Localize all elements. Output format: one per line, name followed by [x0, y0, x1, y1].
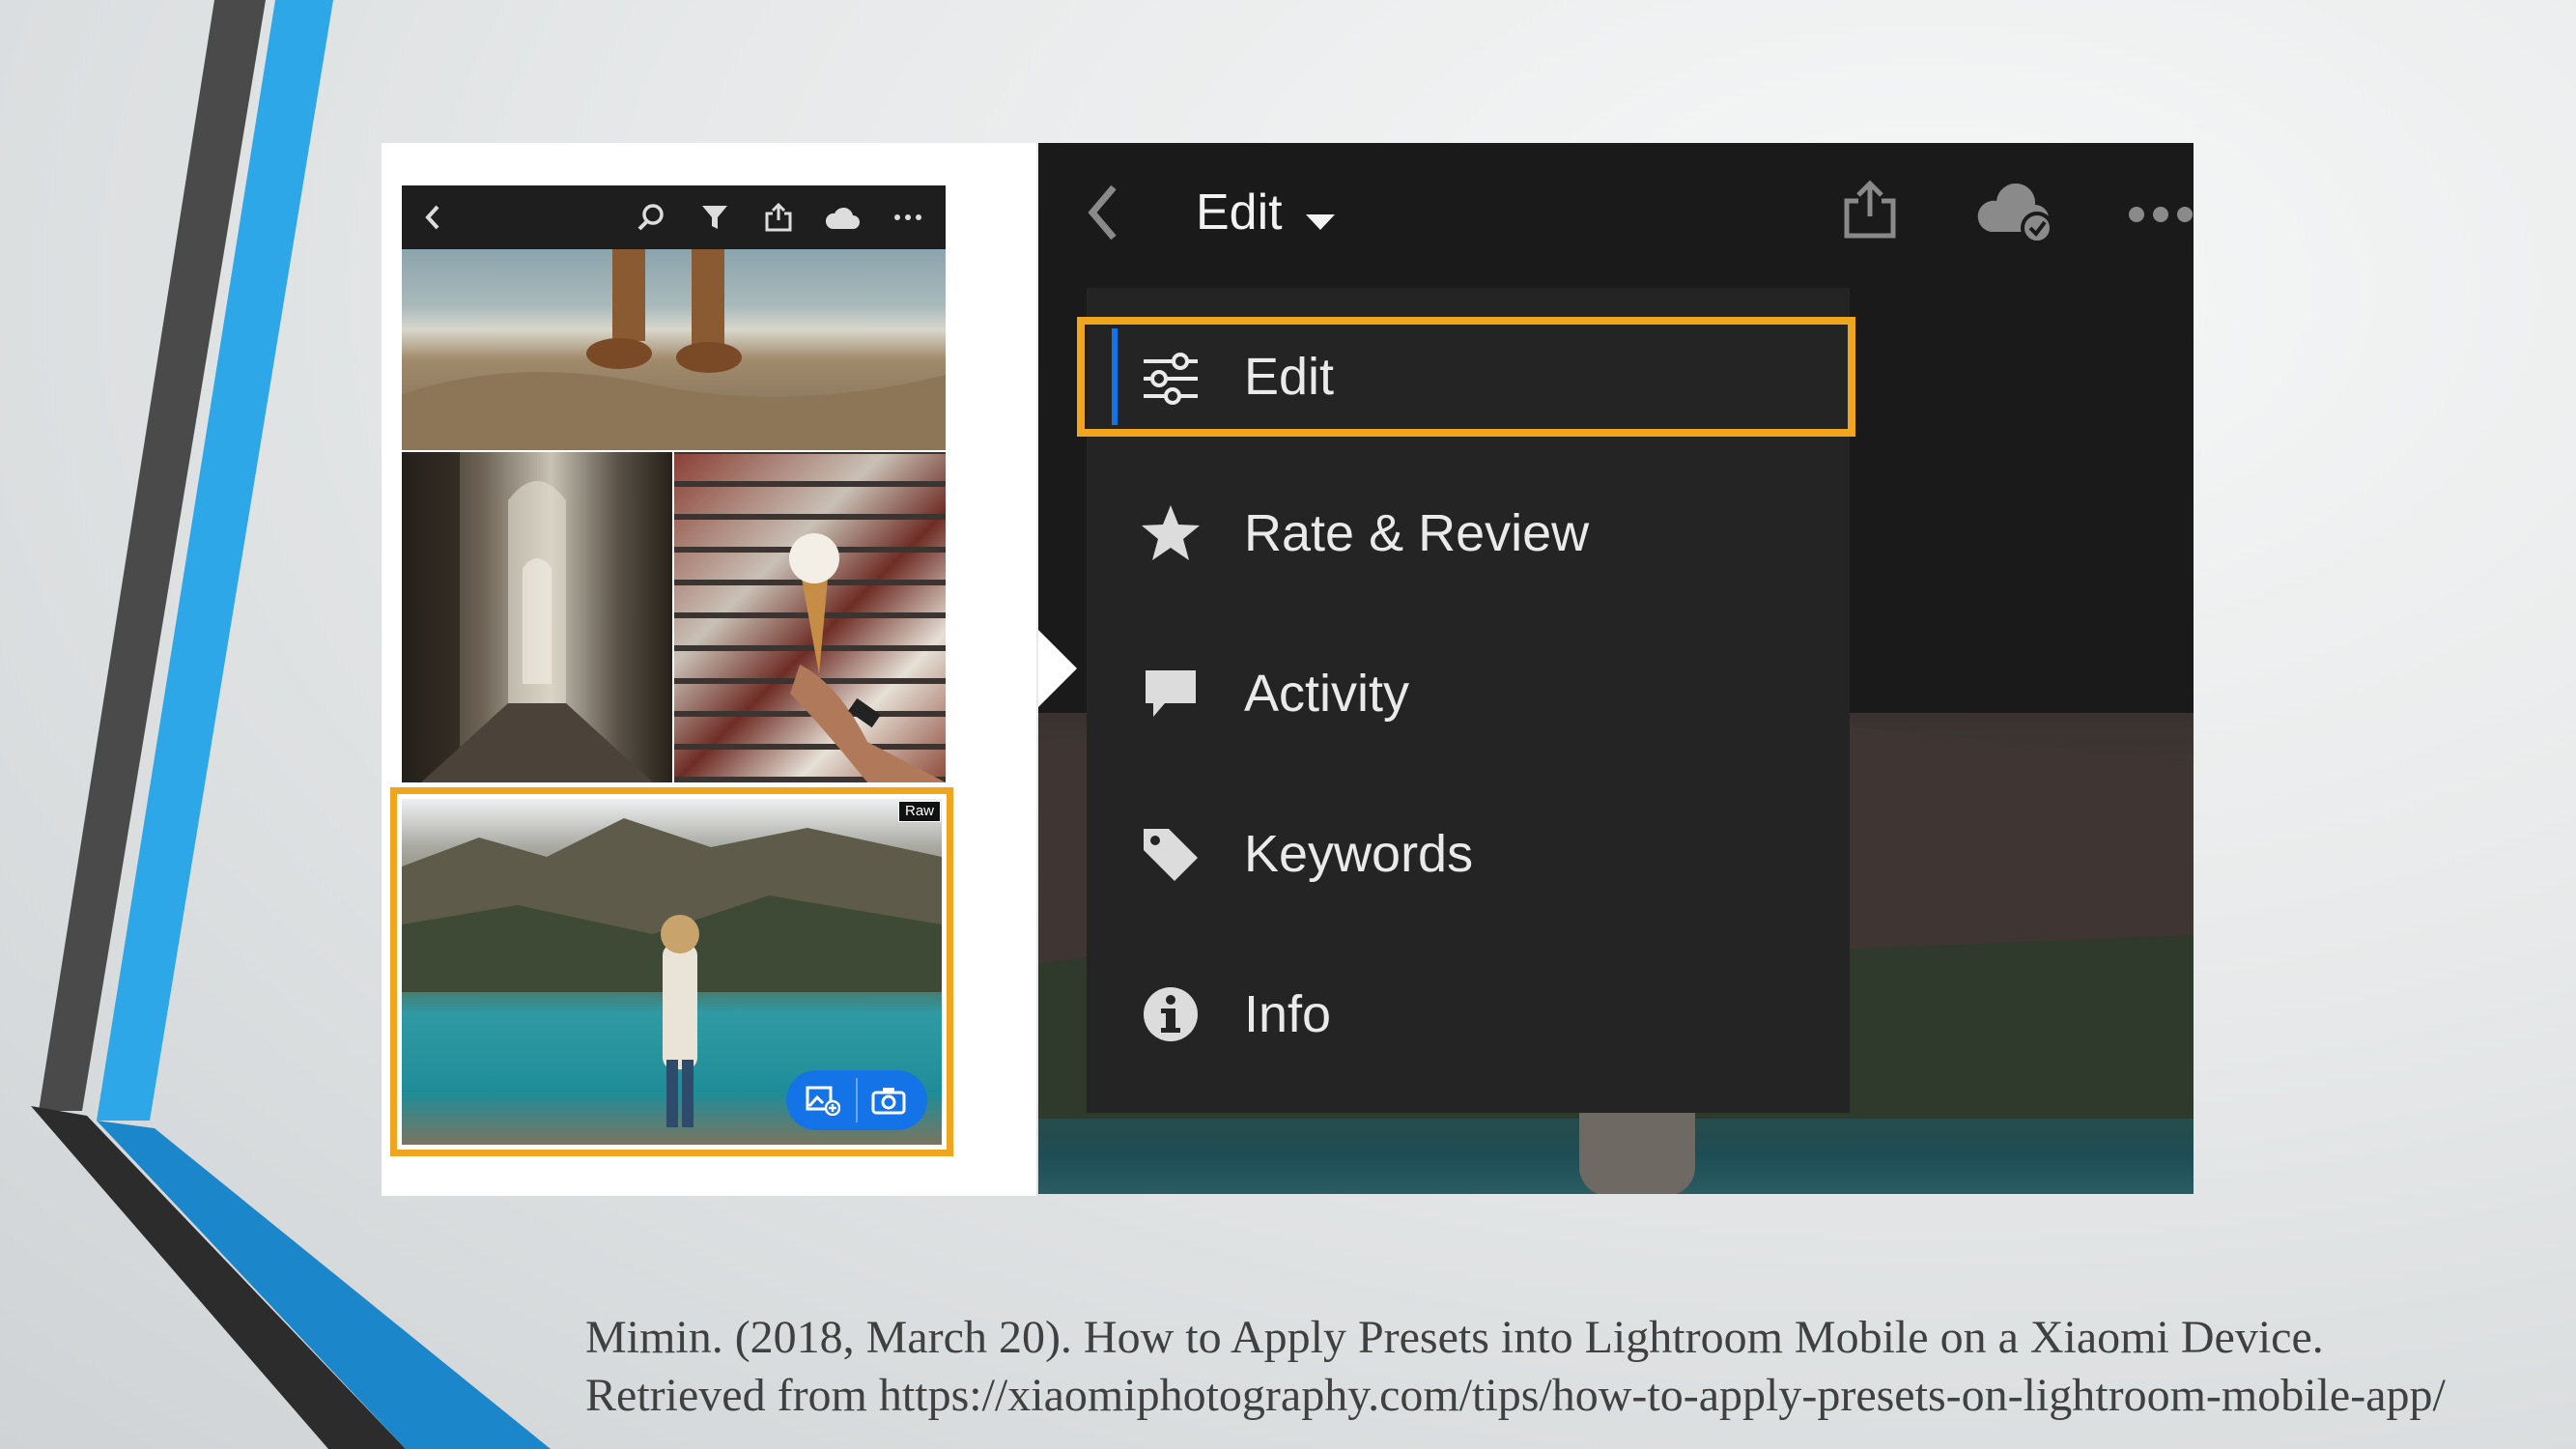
header-edit-dropdown[interactable]: Edit: [1196, 184, 1336, 244]
deco-dark-wedge: [31, 1106, 406, 1449]
camera-icon[interactable]: [871, 1086, 906, 1120]
add-photo-icon[interactable]: [806, 1085, 841, 1121]
cloud-icon[interactable]: [823, 185, 862, 249]
phone-toolbar: [402, 185, 946, 249]
slide: Raw Edit Edit Rate & Review Activity Key…: [0, 0, 2576, 1449]
caret-down-icon: [1306, 186, 1336, 244]
edit-item-highlight: [1077, 317, 1855, 437]
cloud-synced-icon[interactable]: [1975, 183, 2056, 248]
menu-item-activity[interactable]: Activity: [1087, 624, 1850, 769]
photo-thumbnail-bricks-icecream[interactable]: [674, 452, 946, 782]
callout-pointer: [1038, 630, 1077, 707]
comment-icon: [1140, 663, 1202, 724]
raw-badge: Raw: [898, 801, 941, 822]
filter-icon[interactable]: [695, 185, 734, 249]
search-icon[interactable]: [632, 185, 670, 249]
share-icon[interactable]: [759, 185, 798, 249]
menu-item-label: Rate & Review: [1244, 504, 1590, 562]
citation-line-1: Mimin. (2018, March 20). How to Apply Pr…: [585, 1312, 2324, 1363]
header-title: Edit: [1196, 185, 1283, 241]
photo-thumbnail-boots[interactable]: [402, 249, 946, 450]
menu-item-label: Keywords: [1244, 825, 1474, 883]
menu-item-keywords[interactable]: Keywords: [1087, 784, 1850, 929]
tag-icon: [1140, 823, 1202, 885]
citation-line-2: Retrieved from https://xiaomiphotography…: [585, 1370, 2446, 1421]
star-icon: [1140, 502, 1202, 564]
citation: Mimin. (2018, March 20). How to Apply Pr…: [585, 1309, 2575, 1425]
more-icon[interactable]: [2128, 206, 2194, 228]
info-icon: [1140, 983, 1202, 1045]
chevron-left-icon[interactable]: [413, 185, 452, 249]
menu-item-rate-review[interactable]: Rate & Review: [1087, 464, 1850, 609]
menu-item-label: Activity: [1244, 665, 1410, 723]
import-fab[interactable]: [786, 1070, 927, 1130]
share-icon[interactable]: [1843, 180, 1897, 244]
fab-divider: [856, 1078, 858, 1122]
photo-thumbnail-arches[interactable]: [402, 452, 672, 782]
menu-item-info[interactable]: Info: [1087, 945, 1850, 1090]
chevron-left-icon[interactable]: [1087, 184, 1119, 246]
more-icon[interactable]: [889, 185, 927, 249]
menu-item-label: Info: [1244, 985, 1332, 1043]
